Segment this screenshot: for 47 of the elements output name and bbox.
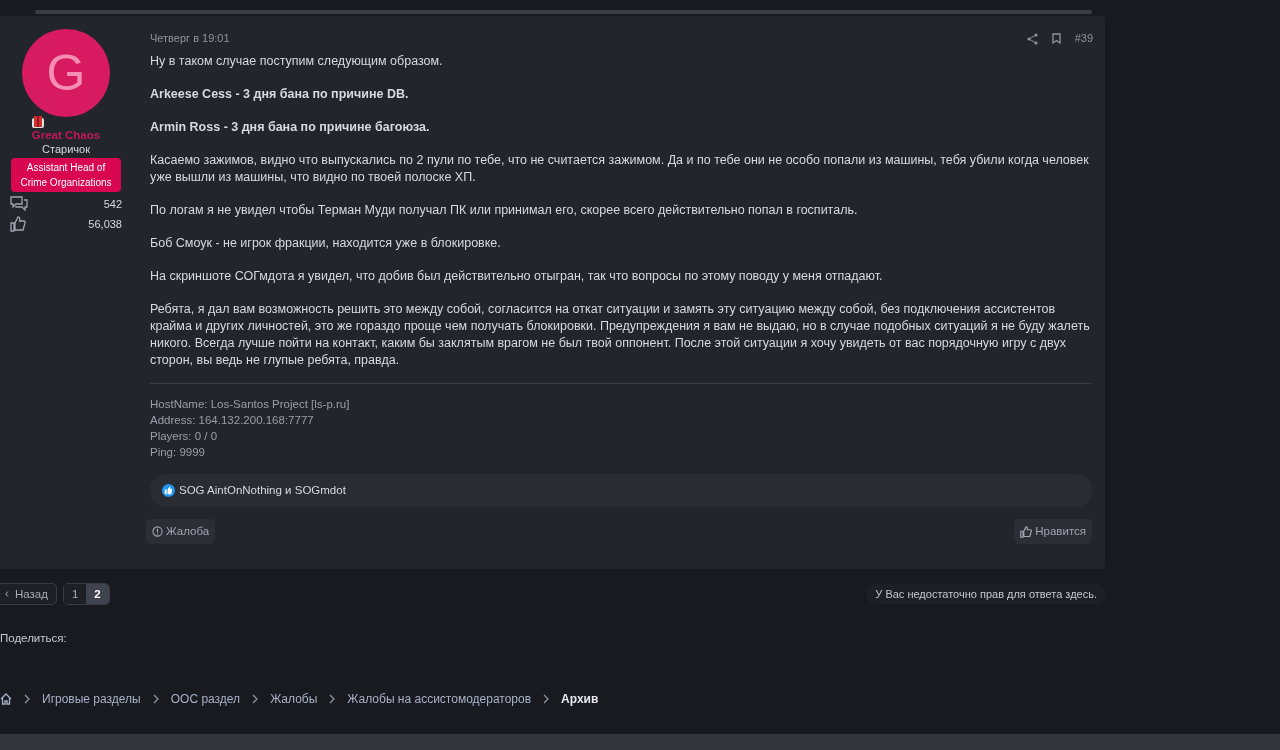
stat-value: 542 [103, 198, 122, 210]
share-label: Поделиться: [0, 632, 68, 644]
signature-line: Address: 164.132.200.168:7777 [150, 413, 315, 428]
chevron-left-icon [5, 591, 9, 597]
page-button[interactable]: 1 [63, 584, 87, 604]
breadcrumb-link[interactable]: Игровые разделы [42, 692, 141, 706]
previous-page-button[interactable]: Назад [0, 583, 57, 605]
post-paragraph: Ну в таком случае поступим следующим образом. [150, 53, 444, 70]
page-button[interactable]: 2 [86, 584, 109, 604]
signature-line: HostName: Los-Santos Project [ls-p.ru] [150, 397, 351, 412]
gift-icon [30, 113, 46, 129]
post-paragraph: Arkeese Cess - 3 дня бана по причине DB. [150, 86, 410, 103]
post-paragraph: Armin Ross - 3 дня бана по причине багоюза. [150, 119, 431, 136]
reactions-text: SOG AintOnNothing и SOGmdot [179, 483, 346, 498]
report-button[interactable]: Жалоба [146, 519, 216, 544]
comments-icon [10, 196, 28, 212]
reply-notice: У Вас недостаточно прав для ответа здесь. [867, 584, 1105, 604]
bookmark-icon[interactable] [1051, 33, 1061, 44]
breadcrumb-link[interactable]: Жалобы на ассистомодераторов [347, 692, 532, 706]
share-icon[interactable] [1026, 32, 1038, 45]
like-button[interactable]: Нравится [1014, 519, 1092, 544]
post-paragraph: Касаемо зажимов, видно что выпускались по 2 пули по тебе, что не считается зажимом. Да и по тебе они не особо попали из машины, тебя убили когда человек уже вышли из машины, что видно по твоей полоске ХП. [150, 152, 1090, 186]
breadcrumb-link[interactable]: Жалобы [270, 692, 318, 706]
post-paragraph: Боб Смоук - не игрок фракции, находится уже в блокировке. [150, 235, 502, 252]
breadcrumb-link[interactable]: Архив [561, 692, 599, 706]
user-title: Старичок [42, 143, 90, 155]
signature-line: Ping: 9999 [150, 445, 206, 460]
post-number[interactable]: #39 [1074, 30, 1093, 47]
post-paragraph: Ребята, я дал вам возможность решить это между собой, согласится на откат ситуации и замять эту ситуацию между собой, без подключения ассистентов крайма и других личностей, это же гораздо проще чем получать блокировки. Предупреждения я вам не выдаю, но в случае подобных ситуаций я не буду жалеть никого. Всегда лучше пойти на контакт, каким бы заклятым врагом не был твой оппонент. После этой ситуации я хочу увидеть от вас порядочную игру с двух сторон, вы ведь не глупые ребята, правда. [150, 301, 1091, 369]
chevron-icon [543, 694, 550, 704]
like-reaction-icon [162, 484, 175, 497]
user-banner: Assistant Head of Crime Organizations [11, 158, 121, 192]
post-date[interactable]: Четверг в 19:01 [150, 30, 230, 47]
home-icon[interactable] [0, 693, 12, 705]
post-paragraph: По логам я не увидел чтобы Терман Муди получал ПК или принимал его, скорее всего действительно попал в госпиталь. [150, 202, 859, 219]
chevron-icon [24, 694, 30, 704]
chevron-icon [252, 694, 259, 704]
chevron-icon [152, 694, 159, 704]
signature-line: Players: 0 / 0 [150, 429, 219, 444]
reactions-bar[interactable]: SOG AintOnNothing и SOGmdot [150, 474, 1092, 507]
thumbs-up-icon [1020, 525, 1033, 538]
stat-value: 56,038 [88, 218, 122, 230]
chevron-icon [329, 694, 336, 704]
breadcrumb-link[interactable]: ООС раздел [170, 692, 241, 706]
thumbs-up-icon [10, 216, 26, 232]
alert-icon [152, 526, 163, 537]
post-paragraph: На скриншоте СОГмдота я увидел, что добив был действительно отыгран, так что вопросы по этому поводу у меня отпадают. [150, 268, 884, 285]
